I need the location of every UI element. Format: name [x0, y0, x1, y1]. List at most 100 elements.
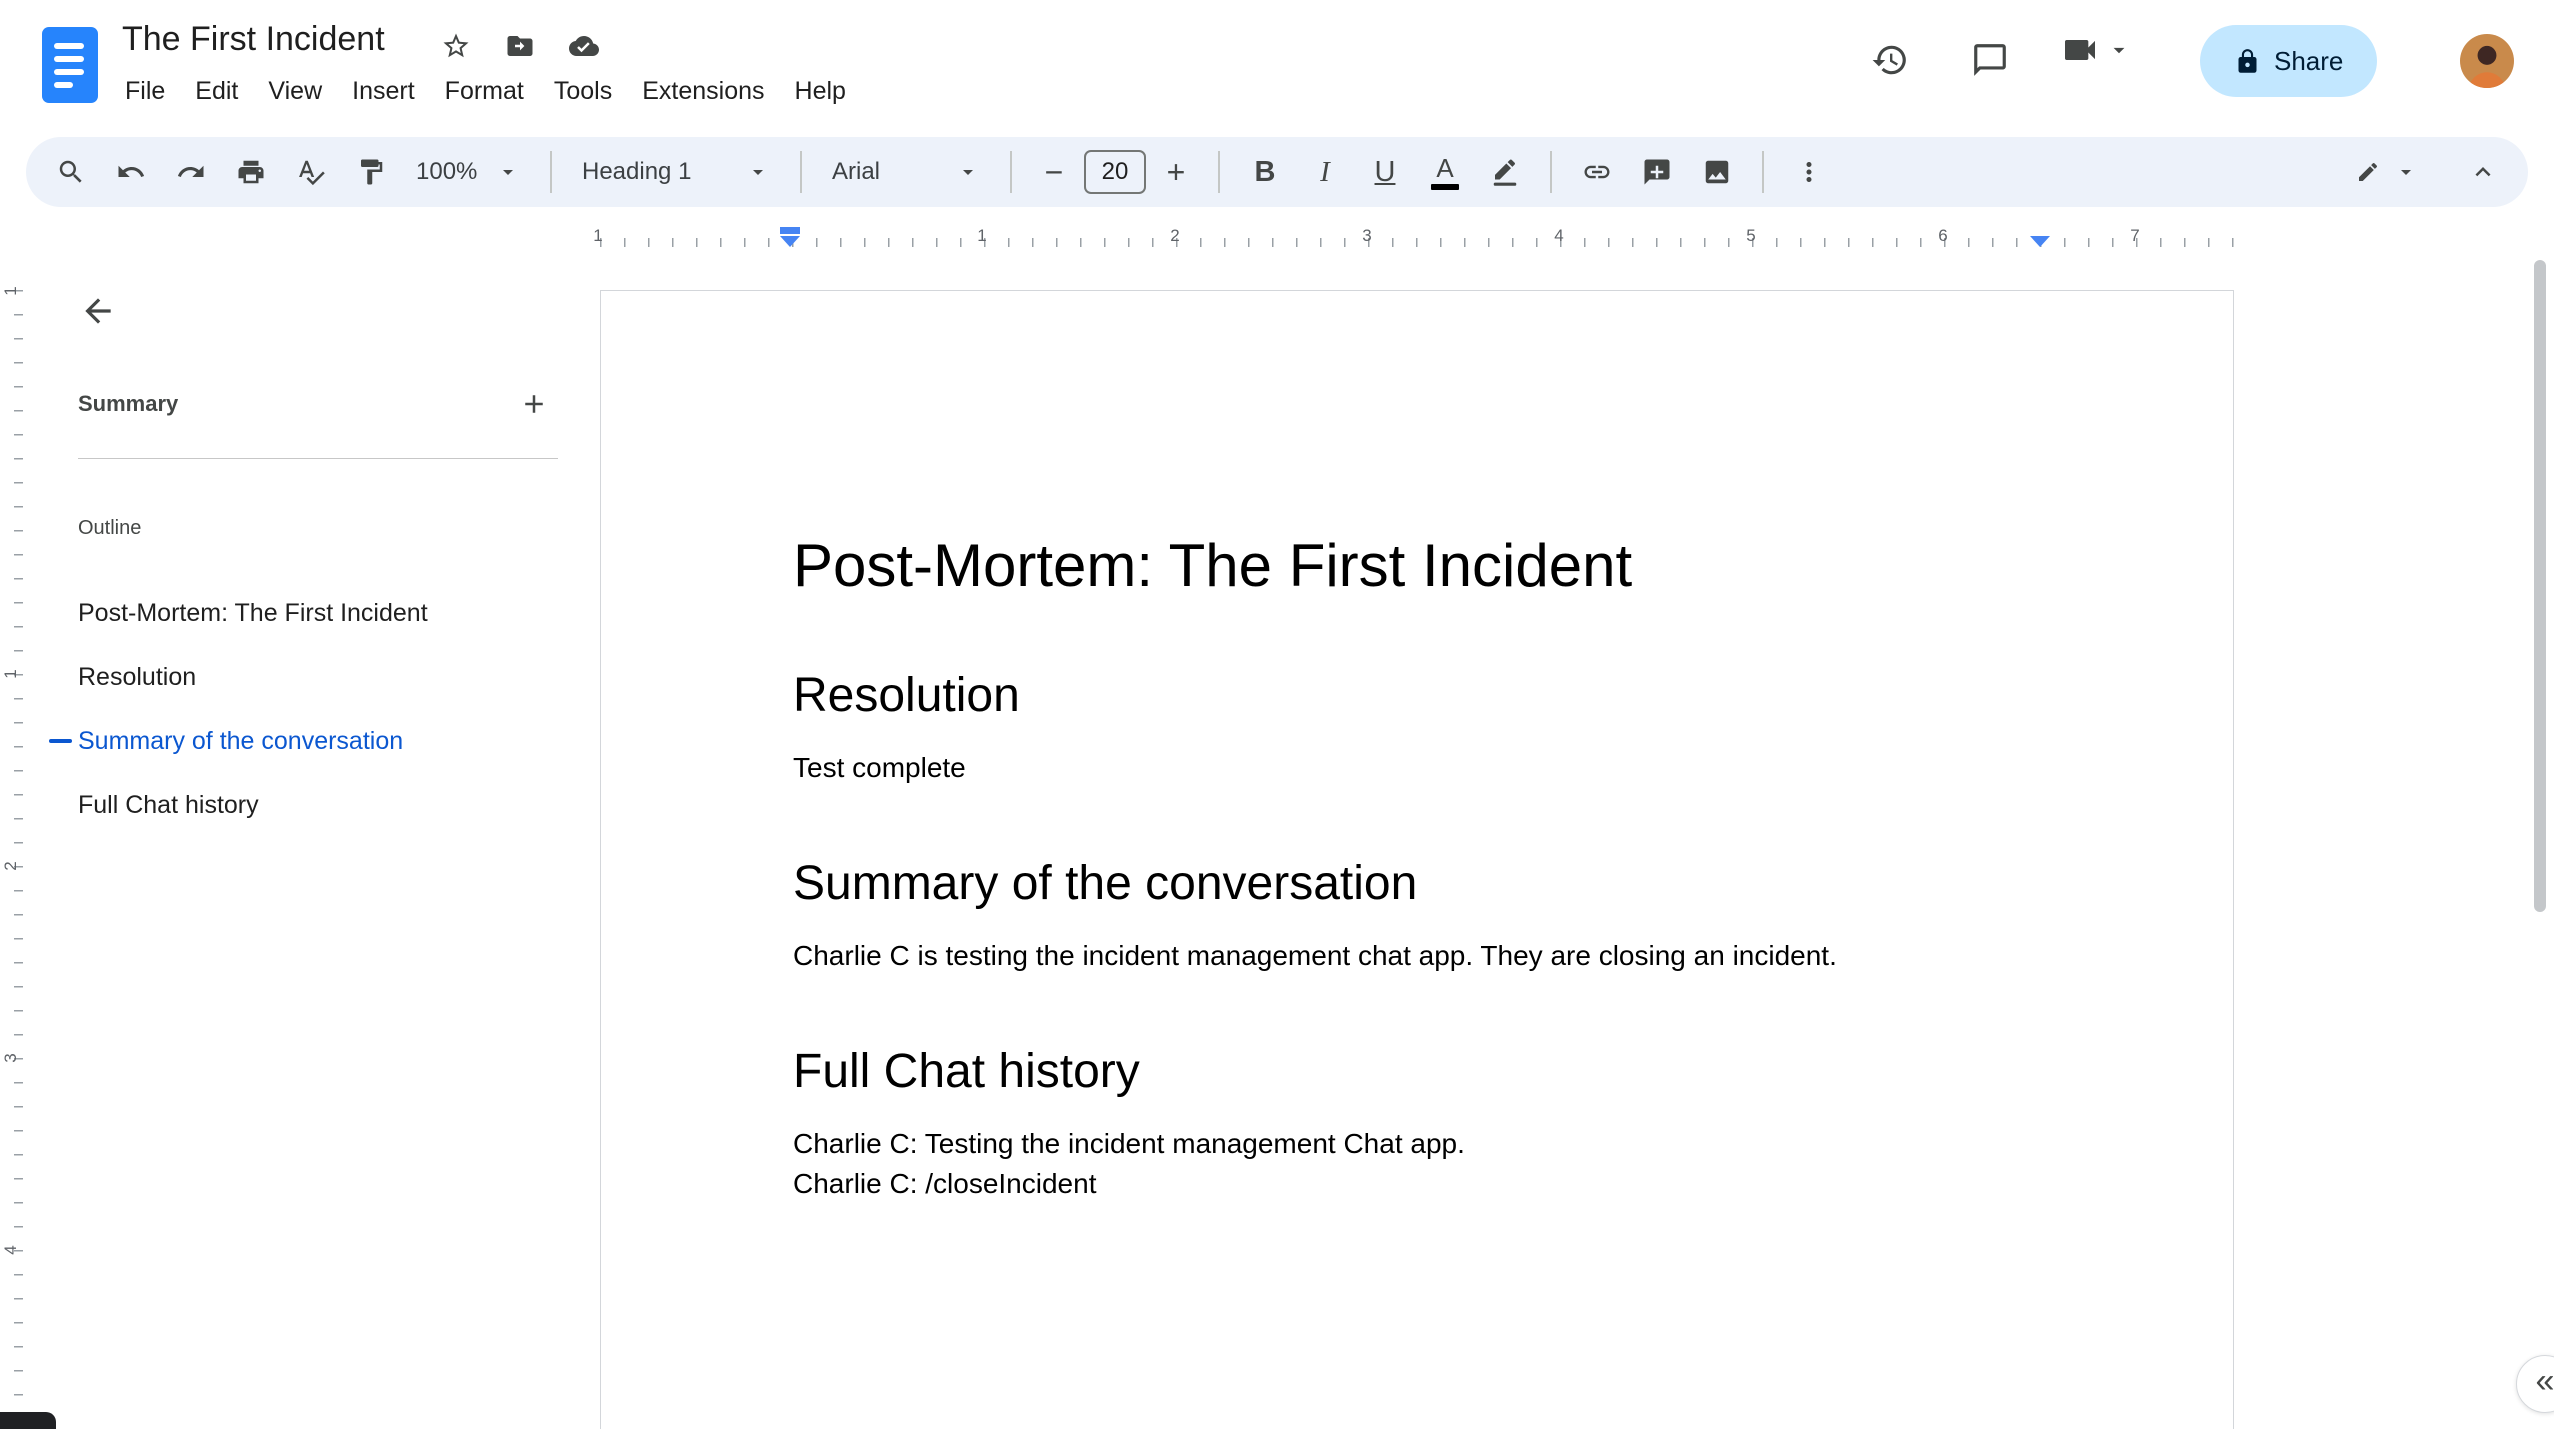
increase-font-size-button[interactable]: + — [1152, 145, 1200, 199]
more-options-icon[interactable] — [1782, 145, 1836, 199]
summary-label: Summary — [78, 391, 179, 416]
chevron-down-icon — [753, 170, 763, 175]
move-folder-icon[interactable] — [500, 26, 540, 66]
outline-list: Post-Mortem: The First Incident Resoluti… — [49, 581, 578, 837]
ruler-number: 4 — [1554, 226, 1564, 245]
doc-section: Summary of the conversation Charlie C is… — [793, 856, 2041, 976]
version-history-icon[interactable] — [1860, 30, 1920, 90]
summary-section: Summary — [78, 380, 558, 428]
comments-icon[interactable] — [1960, 30, 2020, 90]
menubar: File Edit View Insert Format Tools Exten… — [110, 70, 861, 113]
toolbar-right-group — [2344, 145, 2510, 199]
ruler-number: 1 — [593, 226, 603, 245]
hide-menus-icon[interactable] — [2456, 145, 2510, 199]
menu-file[interactable]: File — [110, 70, 180, 113]
doc-heading[interactable]: Full Chat history — [793, 1044, 2041, 1100]
doc-paragraph[interactable]: Charlie C: Testing the incident manageme… — [793, 1124, 2041, 1164]
highlight-color-icon[interactable] — [1478, 145, 1532, 199]
zoom-select[interactable]: 100% — [404, 145, 532, 199]
toolbar-divider — [550, 151, 552, 193]
outline-item-active[interactable]: Summary of the conversation — [49, 709, 578, 773]
add-comment-icon[interactable] — [1630, 145, 1684, 199]
left-indent-marker[interactable] — [780, 227, 800, 247]
ruler-number: 6 — [1938, 226, 1948, 245]
font-size-input[interactable]: 20 — [1084, 150, 1146, 194]
italic-icon[interactable]: I — [1298, 145, 1352, 199]
chevron-down-icon — [2113, 47, 2125, 54]
editing-mode-pencil-icon — [2359, 162, 2378, 181]
outline-item-label: Post-Mortem: The First Incident — [78, 598, 428, 627]
bold-icon[interactable]: B — [1238, 145, 1292, 199]
video-camera-icon — [2065, 40, 2095, 60]
document-title[interactable]: The First Incident — [122, 20, 385, 59]
insert-image-icon[interactable] — [1690, 145, 1744, 199]
undo-icon[interactable] — [104, 145, 158, 199]
paint-format-icon[interactable] — [344, 145, 398, 199]
main-toolbar: 100% Heading 1 Arial − 20 + B I U A — [26, 137, 2528, 207]
cloud-saved-icon[interactable] — [564, 26, 604, 66]
doc-paragraph[interactable]: Charlie C is testing the incident manage… — [793, 936, 2041, 976]
spellcheck-icon[interactable] — [284, 145, 338, 199]
logo-line — [54, 81, 73, 88]
back-arrow-icon[interactable] — [70, 283, 126, 339]
video-call-button[interactable] — [2060, 30, 2132, 70]
right-indent-marker[interactable] — [2030, 236, 2050, 247]
docs-home-icon[interactable] — [42, 27, 98, 103]
outline-item-label: Full Chat history — [78, 790, 259, 819]
toolbar-divider — [1010, 151, 1012, 193]
outline-item[interactable]: Full Chat history — [78, 773, 578, 837]
menu-insert[interactable]: Insert — [337, 70, 430, 113]
outline-item[interactable]: Post-Mortem: The First Incident — [78, 581, 578, 645]
menu-edit[interactable]: Edit — [180, 70, 253, 113]
chevron-down-icon — [503, 170, 513, 175]
first-line-indent-marker[interactable] — [780, 227, 800, 234]
menu-view[interactable]: View — [253, 70, 337, 113]
lock-icon — [2238, 48, 2257, 73]
doc-heading[interactable]: Resolution — [793, 668, 2041, 724]
left-indent-triangle[interactable] — [780, 236, 800, 247]
doc-paragraph[interactable]: Charlie C: /closeIncident — [793, 1164, 2041, 1204]
paragraph-style-select[interactable]: Heading 1 — [570, 145, 782, 199]
vertical-scrollbar-thumb[interactable] — [2534, 260, 2546, 912]
bottom-left-overlay — [0, 1412, 56, 1429]
menu-extensions[interactable]: Extensions — [627, 70, 779, 113]
ruler-number: 3 — [1, 1053, 20, 1063]
decrease-font-size-button[interactable]: − — [1030, 145, 1078, 199]
redo-icon[interactable] — [164, 145, 218, 199]
search-menus-icon[interactable] — [44, 145, 98, 199]
toolbar-divider — [1550, 151, 1552, 193]
outline-sidebar: Summary Outline Post-Mortem: The First I… — [26, 255, 600, 1429]
print-icon[interactable] — [224, 145, 278, 199]
underline-icon[interactable]: U — [1358, 145, 1412, 199]
text-color-icon[interactable]: A — [1418, 145, 1472, 199]
document-page[interactable]: Post-Mortem: The First Incident Resoluti… — [600, 290, 2234, 1429]
insert-link-icon[interactable] — [1570, 145, 1624, 199]
logo-line — [54, 42, 84, 49]
star-icon[interactable] — [436, 26, 476, 66]
right-indent-triangle[interactable] — [2030, 236, 2050, 247]
menu-tools[interactable]: Tools — [539, 70, 627, 113]
double-chevron-left-icon: « — [2535, 1361, 2554, 1400]
ruler-number: 2 — [1170, 226, 1180, 245]
toolbar-divider — [1762, 151, 1764, 193]
ruler-number: 4 — [1, 1245, 20, 1255]
editing-mode-select[interactable] — [2344, 145, 2430, 199]
vertical-ruler: 1 1 2 3 4 — [0, 255, 26, 1429]
paragraph-style-value: Heading 1 — [582, 158, 692, 185]
ruler-number: 1 — [977, 226, 987, 245]
app-header: The First Incident File Edit View Insert… — [0, 0, 2554, 137]
add-summary-icon[interactable] — [510, 380, 558, 428]
document-canvas: Post-Mortem: The First Incident Resoluti… — [600, 255, 2530, 1429]
outline-label: Outline — [78, 517, 142, 539]
ruler-ticks — [600, 238, 2234, 247]
share-button[interactable]: Share — [2200, 25, 2378, 97]
doc-title-heading[interactable]: Post-Mortem: The First Incident — [793, 531, 2041, 600]
doc-paragraph[interactable]: Test complete — [793, 748, 2041, 788]
font-family-select[interactable]: Arial — [820, 145, 992, 199]
menu-format[interactable]: Format — [430, 70, 539, 113]
doc-heading[interactable]: Summary of the conversation — [793, 856, 2041, 912]
outline-item[interactable]: Resolution — [78, 645, 578, 709]
user-avatar[interactable] — [2460, 34, 2514, 88]
share-label: Share — [2274, 45, 2344, 76]
menu-help[interactable]: Help — [780, 70, 861, 113]
